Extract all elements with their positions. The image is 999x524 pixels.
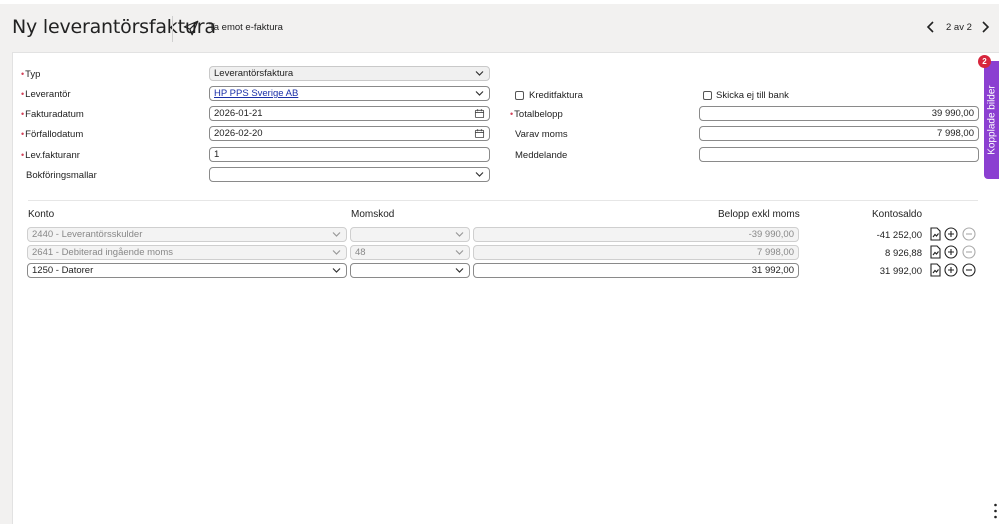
more-options-icon[interactable]: [994, 503, 997, 519]
pager-text: 2 av 2: [946, 22, 972, 33]
konto-select[interactable]: 2440 - Leverantörsskulder: [27, 227, 347, 242]
chart-document-icon[interactable]: [928, 227, 942, 241]
chart-document-icon[interactable]: [928, 245, 942, 259]
typ-label: •Typ: [21, 69, 41, 80]
chevron-down-icon: [332, 250, 341, 255]
page-header: Ny leverantörsfaktura Ta emot e-faktura …: [0, 4, 999, 52]
remove-circle-icon[interactable]: [962, 245, 976, 259]
belopp-input[interactable]: 7 998,00: [473, 245, 799, 260]
send-icon[interactable]: [182, 19, 200, 37]
kontosaldo-value: 31 992,00: [879, 266, 922, 277]
chevron-down-icon: [475, 172, 484, 177]
add-circle-icon[interactable]: [944, 263, 958, 277]
chart-document-icon[interactable]: [928, 263, 942, 277]
levfakturanr-input[interactable]: 1: [209, 147, 490, 162]
varav-moms-label: Varav moms: [515, 129, 568, 140]
meddelande-input[interactable]: [699, 147, 979, 162]
chevron-right-icon[interactable]: [978, 18, 992, 36]
skicka-ej-checkbox[interactable]: [703, 91, 712, 100]
kreditfaktura-checkbox[interactable]: [515, 91, 524, 100]
belopp-header: Belopp exkl moms: [718, 209, 800, 220]
forfallodatum-input[interactable]: 2026-02-20: [209, 126, 490, 141]
typ-select[interactable]: Leverantörsfaktura: [209, 66, 490, 81]
konto-select[interactable]: 2641 - Debiterad ingående moms: [27, 245, 347, 260]
kopplade-bilder-tab[interactable]: Kopplade bilder: [984, 61, 999, 179]
konto-header: Konto: [28, 209, 55, 220]
bokforingsmallar-label: Bokföringsmallar: [26, 170, 97, 181]
chevron-down-icon: [475, 91, 484, 96]
calendar-icon[interactable]: [474, 128, 485, 139]
belopp-input[interactable]: -39 990,00: [473, 227, 799, 242]
forfallodatum-label: •Förfallodatum: [21, 129, 84, 140]
skicka-ej-label: Skicka ej till bank: [716, 90, 789, 101]
belopp-input[interactable]: 31 992,00: [473, 263, 799, 278]
kreditfaktura-label: Kreditfaktura: [529, 90, 583, 101]
remove-circle-icon[interactable]: [962, 263, 976, 277]
momskod-header: Momskod: [351, 209, 395, 220]
calendar-icon[interactable]: [474, 108, 485, 119]
varav-moms-input[interactable]: 7 998,00: [699, 126, 979, 141]
remove-circle-icon[interactable]: [962, 227, 976, 241]
meddelande-label: Meddelande: [515, 150, 568, 161]
leverantor-select[interactable]: HP PPS Sverige AB: [209, 86, 490, 101]
momskod-select[interactable]: 48: [350, 245, 470, 260]
add-circle-icon[interactable]: [944, 227, 958, 241]
kontosaldo-value: -41 252,00: [876, 230, 922, 241]
kopplade-bilder-label: Kopplade bilder: [986, 85, 997, 155]
attachment-count-badge: 2: [978, 55, 991, 68]
momskod-select[interactable]: [350, 227, 470, 242]
chevron-down-icon: [455, 232, 464, 237]
header-divider: [172, 16, 173, 42]
chevron-down-icon: [455, 250, 464, 255]
chevron-down-icon: [332, 268, 341, 273]
totalbelopp-input[interactable]: 39 990,00: [699, 106, 979, 121]
chevron-down-icon: [455, 268, 464, 273]
leverantor-link[interactable]: HP PPS Sverige AB: [214, 88, 298, 99]
totalbelopp-label: •Totalbelopp: [510, 109, 563, 120]
receive-efaktura-button[interactable]: Ta emot e-faktura: [209, 22, 283, 33]
add-circle-icon[interactable]: [944, 245, 958, 259]
kontosaldo-value: 8 926,88: [885, 248, 922, 259]
fakturadatum-input[interactable]: 2026-01-21: [209, 106, 490, 121]
chevron-down-icon: [332, 232, 341, 237]
kontosaldo-header: Kontosaldo: [872, 209, 923, 220]
leverantor-label: •Leverantör: [21, 89, 71, 100]
momskod-select[interactable]: [350, 263, 470, 278]
bokforingsmallar-select[interactable]: [209, 167, 490, 182]
chevron-left-icon[interactable]: [924, 18, 938, 36]
invoice-card: [12, 52, 999, 524]
konto-select[interactable]: 1250 - Datorer: [27, 263, 347, 278]
section-divider: [28, 200, 978, 201]
fakturadatum-label: •Fakturadatum: [21, 109, 84, 120]
chevron-down-icon: [475, 71, 484, 76]
levfakturanr-label: •Lev.fakturanr: [21, 150, 80, 161]
